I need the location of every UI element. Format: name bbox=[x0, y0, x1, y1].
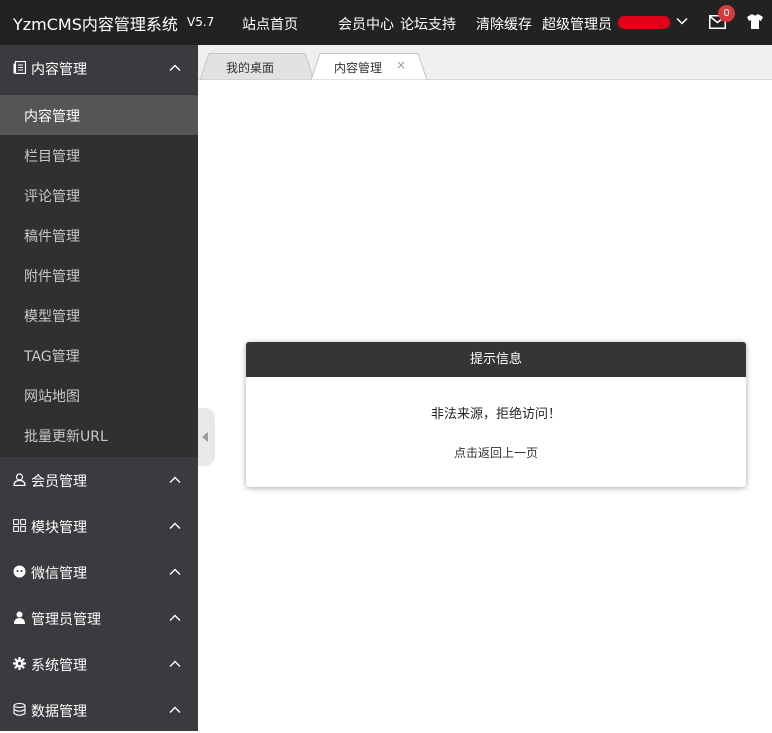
sidebar-group-modules[interactable]: 模块管理 bbox=[0, 503, 198, 549]
sidebar-item-models[interactable]: 模型管理 bbox=[0, 295, 198, 335]
version-label: V5.7 bbox=[187, 15, 215, 29]
tab-my-desktop[interactable]: 我的桌面 bbox=[200, 53, 314, 80]
sidebar-group-label: 内容管理 bbox=[31, 62, 87, 78]
sidebar-group-system[interactable]: 系统管理 bbox=[0, 641, 198, 687]
sidebar-group-members[interactable]: 会员管理 bbox=[0, 457, 198, 503]
sidebar-group-label: 会员管理 bbox=[31, 474, 87, 490]
sidebar-item-batch-update-url[interactable]: 批量更新URL bbox=[0, 415, 198, 455]
document-icon bbox=[13, 61, 26, 74]
sidebar-group-label: 系统管理 bbox=[31, 658, 87, 674]
collapse-arrow-icon bbox=[202, 432, 208, 442]
shirt-icon[interactable] bbox=[747, 14, 763, 29]
content-submenu: 内容管理 栏目管理 评论管理 稿件管理 附件管理 模型管理 TAG管理 网站地图… bbox=[0, 94, 198, 457]
sidebar-item-tags[interactable]: TAG管理 bbox=[0, 335, 198, 375]
chevron-up-icon bbox=[169, 476, 181, 483]
back-link[interactable]: 点击返回上一页 bbox=[246, 444, 746, 461]
close-icon[interactable]: × bbox=[396, 58, 406, 72]
sidebar-item-content[interactable]: 内容管理 bbox=[0, 95, 198, 135]
sidebar-group-label: 模块管理 bbox=[31, 520, 87, 536]
nav-member-center[interactable]: 会员中心 bbox=[338, 14, 394, 34]
dialog-message: 非法来源，拒绝访问！ bbox=[430, 407, 561, 422]
user-icon bbox=[13, 473, 26, 486]
tab-content-management[interactable]: 内容管理 × bbox=[311, 53, 427, 80]
dialog-title: 提示信息 bbox=[246, 342, 746, 377]
admin-icon bbox=[14, 611, 25, 624]
wechat-icon bbox=[13, 565, 26, 578]
sidebar-group-wechat[interactable]: 微信管理 bbox=[0, 549, 198, 595]
tab-bar: 我的桌面 内容管理 × bbox=[198, 45, 772, 80]
nav-clear-cache[interactable]: 清除缓存 bbox=[476, 14, 532, 34]
sidebar-item-sitemap[interactable]: 网站地图 bbox=[0, 375, 198, 415]
chevron-up-icon bbox=[169, 522, 181, 529]
user-role-menu[interactable]: 超级管理员 bbox=[542, 14, 612, 34]
sidebar-group-content[interactable]: 内容管理 bbox=[0, 45, 198, 91]
sidebar-collapse-handle[interactable] bbox=[198, 408, 215, 466]
sidebar-group-label: 管理员管理 bbox=[31, 612, 101, 628]
sidebar-item-category[interactable]: 栏目管理 bbox=[0, 135, 198, 175]
nav-site-home[interactable]: 站点首页 bbox=[242, 14, 298, 34]
sidebar-group-admins[interactable]: 管理员管理 bbox=[0, 595, 198, 641]
nav-forum-support[interactable]: 论坛支持 bbox=[400, 14, 456, 34]
sidebar: 内容管理 内容管理 栏目管理 评论管理 稿件管理 附件管理 模型管理 TAG管理… bbox=[0, 45, 198, 731]
sidebar-item-attachments[interactable]: 附件管理 bbox=[0, 255, 198, 295]
chevron-up-icon bbox=[169, 614, 181, 621]
sidebar-group-data[interactable]: 数据管理 bbox=[0, 687, 198, 733]
top-navbar: YzmCMS内容管理系统 V5.7 站点首页 会员中心 论坛支持 清除缓存 超级… bbox=[0, 0, 772, 45]
chevron-up-icon bbox=[169, 660, 181, 667]
message-count-badge: 0 bbox=[718, 5, 735, 22]
chevron-up-icon bbox=[169, 64, 181, 71]
chevron-down-icon[interactable] bbox=[676, 15, 688, 27]
grid-icon bbox=[13, 519, 26, 532]
redacted-username bbox=[618, 16, 670, 29]
message-dialog: 提示信息 非法来源，拒绝访问！ 点击返回上一页 bbox=[246, 342, 746, 487]
sidebar-group-label: 微信管理 bbox=[31, 566, 87, 582]
chevron-up-icon bbox=[169, 568, 181, 575]
sidebar-group-label: 数据管理 bbox=[31, 704, 87, 720]
chevron-up-icon bbox=[169, 706, 181, 713]
database-icon bbox=[13, 703, 26, 716]
app-title[interactable]: YzmCMS内容管理系统 bbox=[13, 11, 178, 35]
sidebar-item-comments[interactable]: 评论管理 bbox=[0, 175, 198, 215]
gear-icon bbox=[13, 657, 26, 670]
sidebar-item-submissions[interactable]: 稿件管理 bbox=[0, 215, 198, 255]
